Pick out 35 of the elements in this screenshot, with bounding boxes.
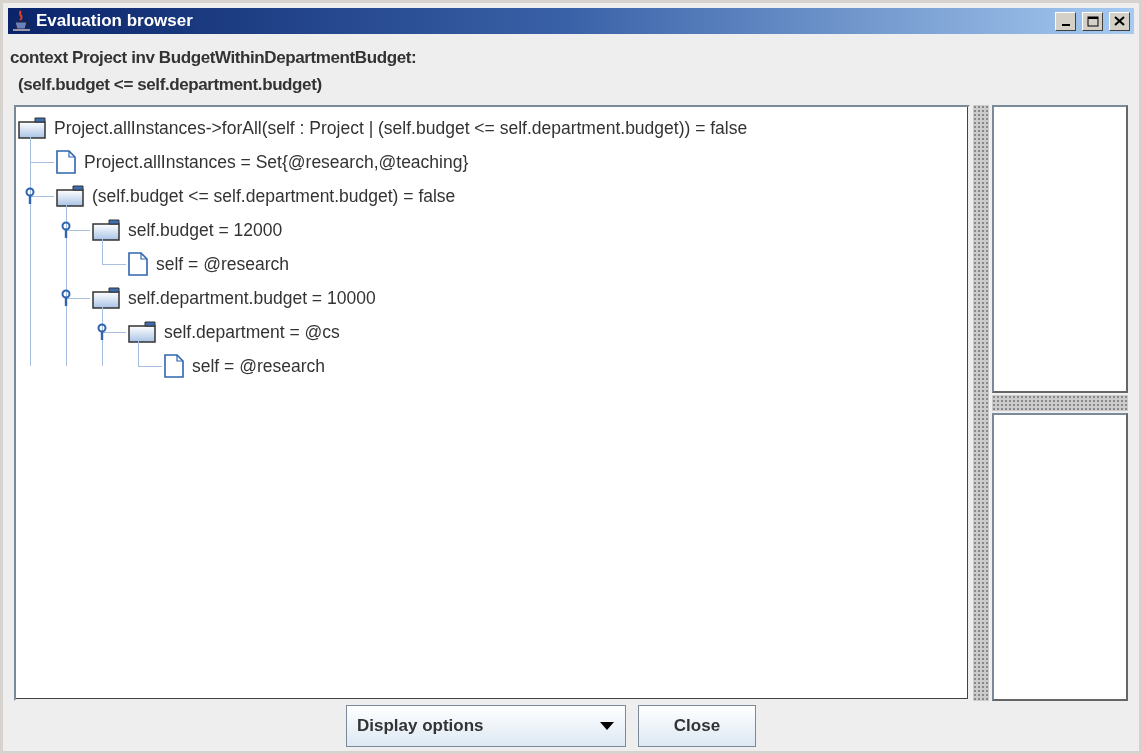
folder-icon: [56, 185, 84, 207]
document-icon: [56, 150, 76, 174]
constraint-text: (self.budget <= self.department.budget): [17, 75, 323, 95]
close-button[interactable]: Close: [638, 705, 756, 747]
folder-icon: [18, 117, 46, 139]
tree-node-label[interactable]: self.department = @cs: [164, 321, 340, 343]
coffee-cup-icon: [12, 10, 32, 32]
tree-node-label[interactable]: Project.allInstances->forAll(self : Project | (self.budget <= self.department.budget)) = false: [54, 117, 748, 139]
document-icon: [128, 252, 148, 276]
maximize-icon: [1086, 15, 1099, 27]
splitter-handle[interactable]: [973, 105, 989, 701]
expanded-handle-icon[interactable]: [60, 221, 72, 239]
caret-icon: [599, 721, 615, 731]
minimize-button[interactable]: [1055, 11, 1076, 31]
tree-node-label[interactable]: Project.allInstances = Set{@research,@teaching}: [84, 151, 469, 173]
folder-icon: [128, 321, 156, 343]
constraint-text: context Project inv BudgetWithinDepartmentBudget:: [10, 48, 418, 68]
close-icon: [1114, 16, 1125, 26]
expanded-handle-icon[interactable]: [24, 187, 36, 205]
minimize-icon: [1061, 24, 1070, 26]
tree-node-label[interactable]: (self.budget <= self.department.budget) = false: [92, 185, 456, 207]
display-options-dropdown[interactable]: Display options: [346, 705, 626, 747]
tree-node-label[interactable]: self = @research: [156, 253, 290, 275]
folder-icon: [92, 287, 120, 309]
expanded-handle-icon[interactable]: [60, 289, 72, 307]
close-window-button[interactable]: [1109, 11, 1130, 31]
splitter-handle[interactable]: [992, 395, 1128, 411]
folder-icon: [92, 219, 120, 241]
tree-node-label[interactable]: self = @research: [192, 355, 326, 377]
maximize-button[interactable]: [1082, 11, 1103, 31]
tree-node-label[interactable]: self.budget = 12000: [128, 219, 283, 241]
window-title: Evaluation browser: [36, 11, 193, 31]
expanded-handle-icon[interactable]: [96, 323, 108, 341]
tree-node-label[interactable]: self.department.budget = 10000: [128, 287, 376, 309]
document-icon: [164, 354, 184, 378]
